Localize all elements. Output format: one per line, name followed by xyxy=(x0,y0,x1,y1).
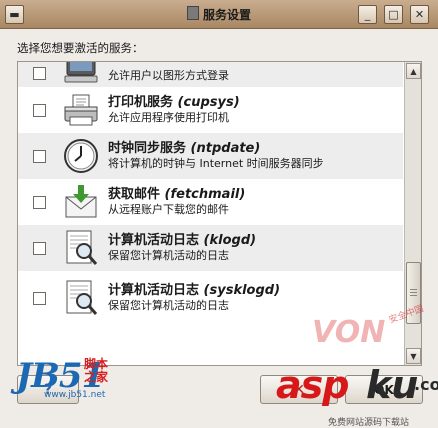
service-code: (cupsys) xyxy=(177,95,240,110)
asp-logo: asp xyxy=(276,363,349,407)
printer-icon xyxy=(62,91,100,129)
minimize-icon: _ xyxy=(364,8,371,21)
service-name: 时钟同步服务 xyxy=(108,141,187,156)
service-description: 保留您计算机活动的日志 xyxy=(108,299,229,312)
service-description: 从远程账户下载您的邮件 xyxy=(108,203,229,216)
zhijia-text: 之家 xyxy=(84,370,109,384)
maximize-button[interactable]: □ xyxy=(384,5,403,24)
maximize-icon: □ xyxy=(388,8,399,21)
security-text: 安全中国 xyxy=(387,304,426,326)
von-watermark: VON xyxy=(312,315,386,350)
jb51-url: www.jb51.net xyxy=(44,390,106,400)
service-checkbox[interactable] xyxy=(33,67,46,80)
service-checkbox[interactable] xyxy=(33,241,46,255)
service-description: 将计算机的时钟与 Internet 时间服务器同步 xyxy=(108,157,324,170)
service-name: 计算机活动日志 xyxy=(108,283,200,298)
close-icon: ✕ xyxy=(414,8,425,21)
window-icon xyxy=(186,6,199,20)
service-code: (fetchmail) xyxy=(164,187,246,202)
service-code: (klogd) xyxy=(203,233,257,248)
ku-logo: ku xyxy=(366,363,419,407)
service-description: 保留您计算机活动的日志 xyxy=(108,249,229,262)
service-checkbox[interactable] xyxy=(33,103,46,117)
jb51-watermark: JB51 脚本 之家 www.jb51.net xyxy=(14,356,134,406)
service-checkbox[interactable] xyxy=(33,149,46,163)
clock-icon xyxy=(62,137,100,175)
list-item[interactable]: 打印机服务 (cupsys) 允许应用程序使用打印机 xyxy=(18,87,403,133)
list-item[interactable]: 计算机活动日志 (klogd) 保留您计算机活动的日志 xyxy=(18,225,403,271)
list-item[interactable]: 时钟同步服务 (ntpdate) 将计算机的时钟与 Internet 时间服务器… xyxy=(18,133,403,179)
close-button[interactable]: ✕ xyxy=(410,5,429,24)
monitor-icon xyxy=(62,62,100,83)
title-bar[interactable]: ▬ 服务设置 _ □ ✕ xyxy=(0,0,438,29)
minimize-button[interactable]: _ xyxy=(358,5,377,24)
scroll-up-button[interactable]: ▲ xyxy=(406,63,421,79)
window-title: 服务设置 xyxy=(202,8,251,22)
service-checkbox[interactable] xyxy=(33,195,46,209)
service-name: 获取邮件 xyxy=(108,187,161,202)
services-prompt: 选择您想要激活的服务： xyxy=(17,41,144,55)
service-name: 打印机服务 xyxy=(108,95,174,110)
list-item[interactable]: 允许用户以图形方式登录 xyxy=(18,62,403,87)
com-logo: .com xyxy=(414,375,438,394)
arrow-up-icon: ▲ xyxy=(410,66,417,76)
list-item[interactable]: 获取邮件 (fetchmail) 从远程账户下载您的邮件 xyxy=(18,179,403,225)
mail-download-icon xyxy=(62,183,100,221)
service-code: (ntpdate) xyxy=(190,141,261,156)
aspku-watermark: VON 安全中国 asp ku .com 免费网站源码下载站 xyxy=(268,304,438,428)
service-description: 允许应用程序使用打印机 xyxy=(108,111,229,124)
service-code: (sysklogd) xyxy=(203,283,281,298)
service-description: 允许用户以图形方式登录 xyxy=(108,69,229,82)
log-magnifier-icon xyxy=(62,279,100,317)
service-name: 计算机活动日志 xyxy=(108,233,200,248)
log-magnifier-icon xyxy=(62,229,100,267)
aspku-tagline: 免费网站源码下载站 xyxy=(328,418,410,428)
service-checkbox[interactable] xyxy=(33,291,46,305)
